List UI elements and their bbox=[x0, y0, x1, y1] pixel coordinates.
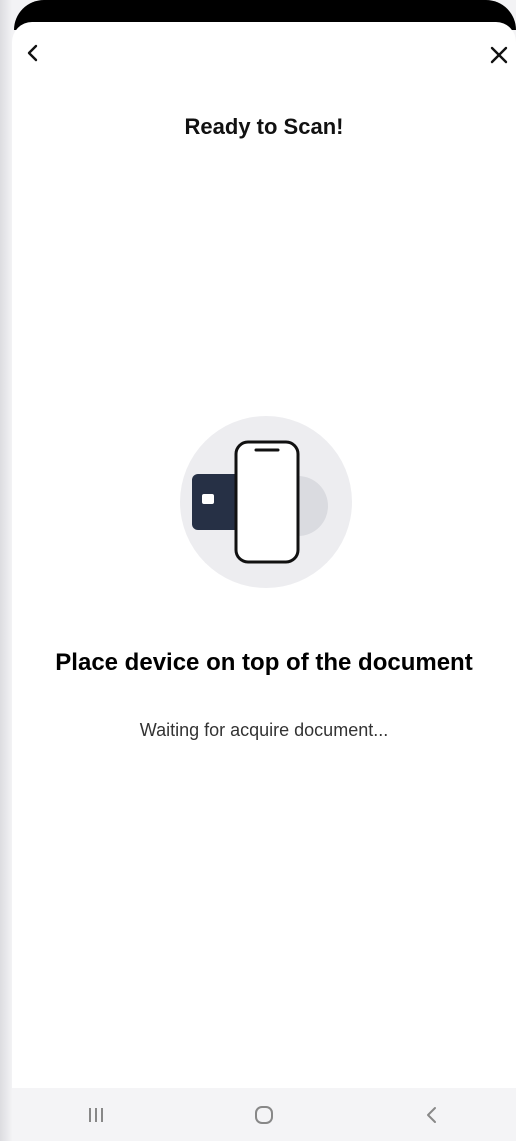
chevron-left-icon bbox=[27, 44, 38, 62]
close-button[interactable] bbox=[484, 40, 514, 70]
nav-home-button[interactable] bbox=[234, 1095, 294, 1135]
close-icon bbox=[490, 46, 508, 64]
nav-back-button[interactable] bbox=[402, 1095, 462, 1135]
system-nav-bar bbox=[12, 1088, 516, 1141]
nav-recents-button[interactable] bbox=[66, 1095, 126, 1135]
page-title: Ready to Scan! bbox=[184, 114, 344, 139]
device-frame: Ready to Scan! Place device on top of th… bbox=[0, 0, 516, 1141]
instruction-heading: Place device on top of the document bbox=[55, 649, 473, 676]
status-text: Waiting for acquire document... bbox=[139, 720, 389, 740]
phone-card-scan-icon bbox=[180, 416, 352, 588]
home-icon bbox=[255, 1105, 273, 1124]
back-icon bbox=[427, 1106, 436, 1123]
back-button[interactable] bbox=[18, 38, 48, 68]
scan-screen: Ready to Scan! Place device on top of th… bbox=[12, 22, 516, 1120]
recents-icon bbox=[89, 1107, 103, 1122]
